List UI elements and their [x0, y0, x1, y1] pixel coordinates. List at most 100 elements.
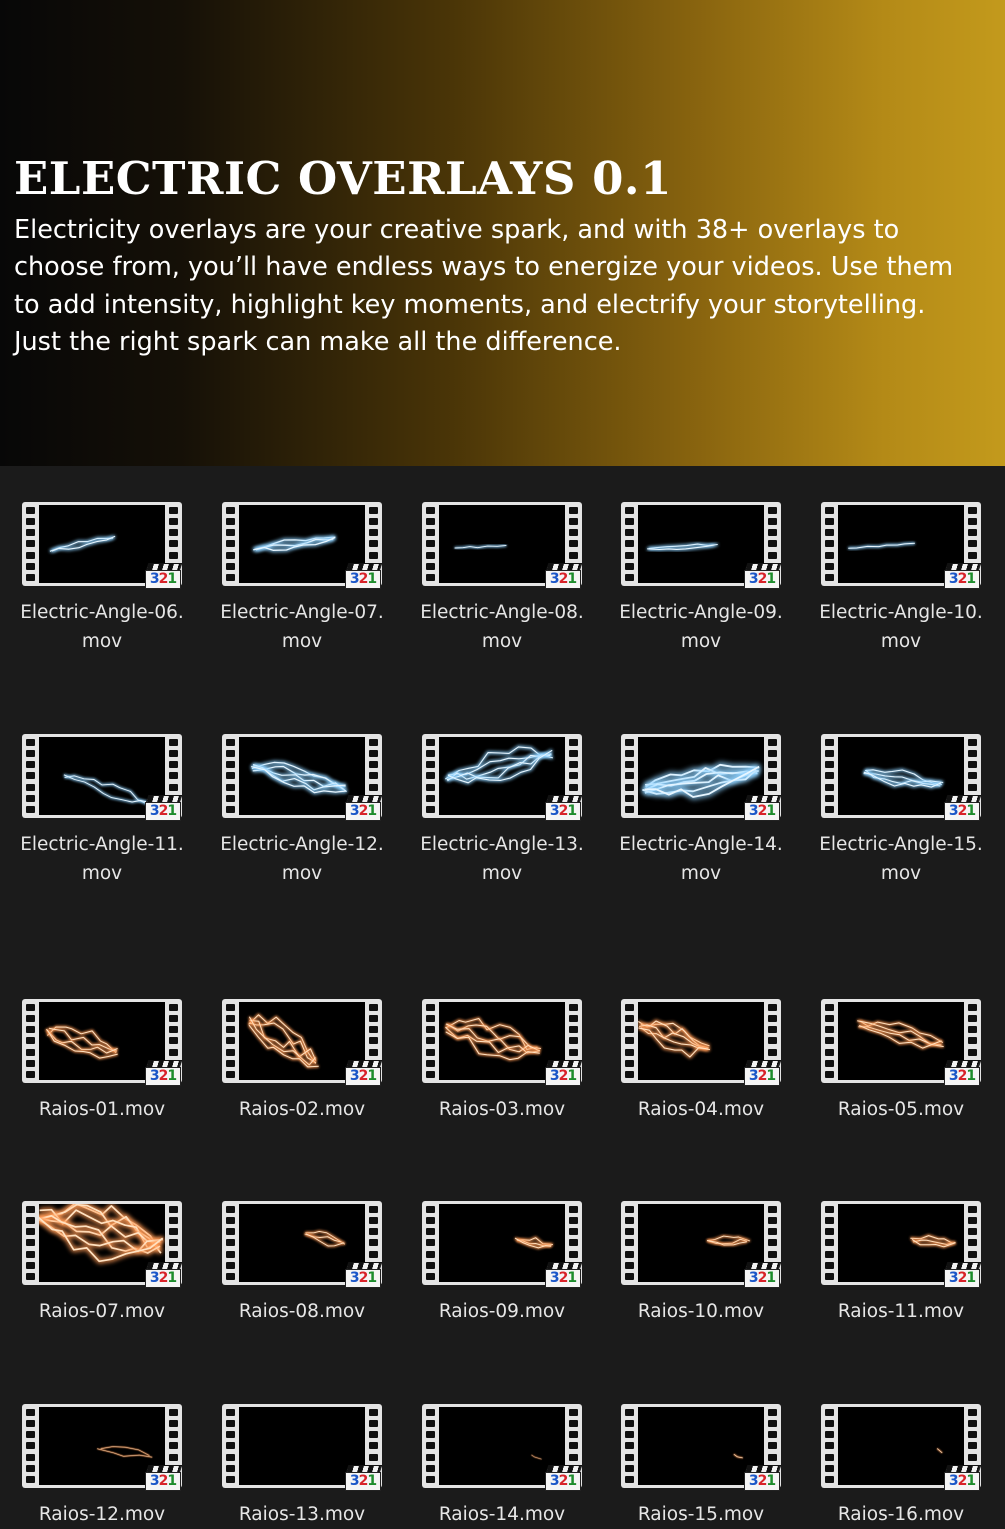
video-clip-321-icon: 321 [22, 1404, 183, 1494]
file-item[interactable]: 321 Raios-10.mov [601, 1201, 801, 1326]
video-clip-321-icon: 321 [222, 502, 383, 592]
file-name-label: Electric-Angle-14. mov [601, 830, 801, 888]
video-clip-321-icon: 321 [621, 999, 782, 1089]
media-player-classic-icon: 321 [944, 563, 982, 589]
file-item[interactable]: 321 Electric-Angle-13. mov [402, 734, 602, 888]
media-player-classic-icon: 321 [545, 1060, 583, 1086]
file-name-label: Raios-14.mov [402, 1500, 602, 1529]
file-name-line-2: mov [81, 863, 123, 884]
file-name-label: Raios-10.mov [601, 1297, 801, 1326]
file-name-line-2: mov [880, 863, 922, 884]
file-name-line-1: Electric-Angle-14. [619, 834, 783, 855]
file-name-label: Raios-08.mov [202, 1297, 402, 1326]
media-player-classic-icon: 321 [744, 563, 782, 589]
file-name-line-1: Raios-08.mov [238, 1301, 366, 1322]
file-name-label: Raios-09.mov [402, 1297, 602, 1326]
file-name-label: Raios-15.mov [601, 1500, 801, 1529]
media-player-classic-icon: 321 [145, 1262, 183, 1288]
file-item[interactable]: 321 Raios-02.mov [202, 999, 402, 1124]
file-name-line-1: Raios-14.mov [438, 1504, 566, 1525]
file-item[interactable]: 321 Raios-04.mov [601, 999, 801, 1124]
media-player-classic-icon: 321 [345, 795, 383, 821]
file-name-line-1: Raios-12.mov [38, 1504, 166, 1525]
file-name-line-1: Raios-07.mov [38, 1301, 166, 1322]
file-name-label: Raios-04.mov [601, 1095, 801, 1124]
file-name-line-2: mov [481, 863, 523, 884]
video-clip-321-icon: 321 [422, 1404, 583, 1494]
media-player-classic-icon: 321 [545, 563, 583, 589]
file-item[interactable]: 321 Electric-Angle-12. mov [202, 734, 402, 888]
file-name-label: Electric-Angle-08. mov [402, 598, 602, 656]
file-name-label: Electric-Angle-07. mov [202, 598, 402, 656]
file-item[interactable]: 321 Electric-Angle-10. mov [801, 502, 1001, 656]
file-name-label: Raios-05.mov [801, 1095, 1001, 1124]
file-name-label: Electric-Angle-13. mov [402, 830, 602, 888]
video-clip-321-icon: 321 [22, 1201, 183, 1291]
file-name-line-1: Raios-02.mov [238, 1099, 366, 1120]
file-name-line-1: Electric-Angle-07. [220, 602, 384, 623]
file-name-label: Raios-11.mov [801, 1297, 1001, 1326]
media-player-classic-icon: 321 [744, 1060, 782, 1086]
file-item[interactable]: 321 Electric-Angle-08. mov [402, 502, 602, 656]
media-player-classic-icon: 321 [345, 1262, 383, 1288]
file-name-label: Electric-Angle-09. mov [601, 598, 801, 656]
file-item[interactable]: 321 Raios-08.mov [202, 1201, 402, 1326]
file-name-line-1: Raios-03.mov [438, 1099, 566, 1120]
file-item[interactable]: 321 Raios-15.mov [601, 1404, 801, 1529]
media-player-classic-icon: 321 [345, 1465, 383, 1491]
file-name-line-1: Raios-05.mov [837, 1099, 965, 1120]
file-name-line-1: Electric-Angle-12. [220, 834, 384, 855]
file-name-line-1: Electric-Angle-15. [819, 834, 983, 855]
file-name-line-1: Electric-Angle-11. [20, 834, 184, 855]
media-player-classic-icon: 321 [744, 1465, 782, 1491]
file-item[interactable]: 321 Electric-Angle-11. mov [2, 734, 202, 888]
file-name-line-2: mov [680, 631, 722, 652]
file-item[interactable]: 321 Electric-Angle-07. mov [202, 502, 402, 656]
media-player-classic-icon: 321 [944, 1465, 982, 1491]
file-item[interactable]: 321 Raios-12.mov [2, 1404, 202, 1529]
media-player-classic-icon: 321 [545, 795, 583, 821]
file-item[interactable]: 321 Raios-09.mov [402, 1201, 602, 1326]
video-clip-321-icon: 321 [821, 999, 982, 1089]
file-name-line-1: Raios-09.mov [438, 1301, 566, 1322]
video-clip-321-icon: 321 [22, 999, 183, 1089]
hero-banner: ELECTRIC OVERLAYS 0.1 Electricity overla… [0, 0, 1005, 466]
file-name-label: Raios-03.mov [402, 1095, 602, 1124]
file-name-line-1: Electric-Angle-10. [819, 602, 983, 623]
media-player-classic-icon: 321 [944, 795, 982, 821]
video-clip-321-icon: 321 [222, 734, 383, 824]
file-name-line-1: Electric-Angle-06. [20, 602, 184, 623]
file-item[interactable]: 321 Electric-Angle-06. mov [2, 502, 202, 656]
video-clip-321-icon: 321 [821, 502, 982, 592]
video-clip-321-icon: 321 [422, 502, 583, 592]
video-clip-321-icon: 321 [222, 999, 383, 1089]
file-name-label: Raios-01.mov [2, 1095, 202, 1124]
file-item[interactable]: 321 Raios-11.mov [801, 1201, 1001, 1326]
file-item[interactable]: 321 Raios-14.mov [402, 1404, 602, 1529]
file-item[interactable]: 321 Raios-16.mov [801, 1404, 1001, 1529]
media-player-classic-icon: 321 [744, 1262, 782, 1288]
video-clip-321-icon: 321 [422, 734, 583, 824]
video-clip-321-icon: 321 [821, 1201, 982, 1291]
file-item[interactable]: 321 Electric-Angle-14. mov [601, 734, 801, 888]
file-name-line-2: mov [481, 631, 523, 652]
file-name-line-1: Electric-Angle-13. [420, 834, 584, 855]
file-item[interactable]: 321 Electric-Angle-09. mov [601, 502, 801, 656]
file-item[interactable]: 321 Raios-07.mov [2, 1201, 202, 1326]
media-player-classic-icon: 321 [145, 795, 183, 821]
file-name-line-1: Raios-11.mov [837, 1301, 965, 1322]
file-name-label: Electric-Angle-12. mov [202, 830, 402, 888]
file-item[interactable]: 321 Raios-03.mov [402, 999, 602, 1124]
file-name-line-1: Raios-10.mov [637, 1301, 765, 1322]
file-item[interactable]: 321 Electric-Angle-15. mov [801, 734, 1001, 888]
video-clip-321-icon: 321 [621, 734, 782, 824]
video-clip-321-icon: 321 [621, 502, 782, 592]
media-player-classic-icon: 321 [545, 1465, 583, 1491]
file-item[interactable]: 321 Raios-01.mov [2, 999, 202, 1124]
page-description: Electricity overlays are your creative s… [14, 215, 954, 357]
file-item[interactable]: 321 Raios-13.mov [202, 1404, 402, 1529]
media-player-classic-icon: 321 [345, 1060, 383, 1086]
media-player-classic-icon: 321 [345, 563, 383, 589]
file-item[interactable]: 321 Raios-05.mov [801, 999, 1001, 1124]
file-name-label: Raios-16.mov [801, 1500, 1001, 1529]
